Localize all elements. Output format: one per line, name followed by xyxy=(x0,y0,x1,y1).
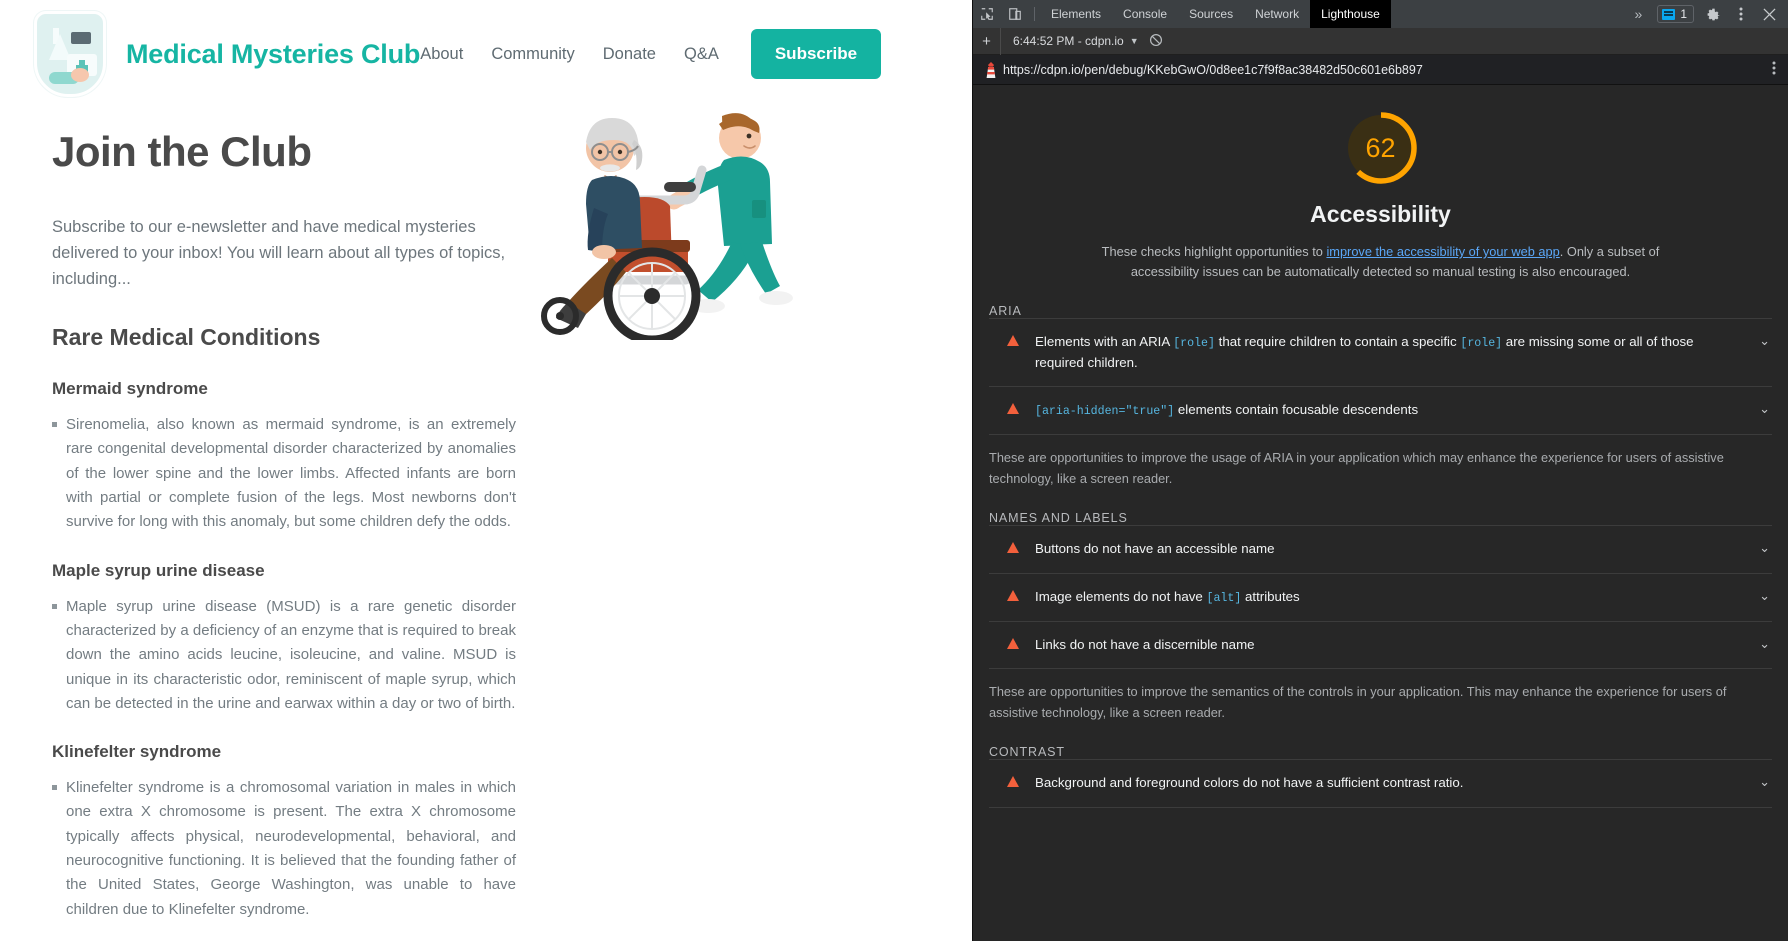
chevron-down-icon[interactable]: ▼ xyxy=(1130,36,1149,46)
audit-row[interactable]: [aria-hidden="true"] elements contain fo… xyxy=(989,386,1772,434)
audit-row[interactable]: Elements with an ARIA [role] that requir… xyxy=(989,317,1772,387)
condition-list-2: Maple syrup urine disease (MSUD) is a ra… xyxy=(52,595,938,716)
settings-gear-icon[interactable] xyxy=(1700,7,1726,22)
lighthouse-run-bar: + 6:44:52 PM - cdpn.io ▼ xyxy=(973,27,1788,55)
audit-row[interactable]: Image elements do not have [alt] attribu… xyxy=(989,572,1772,621)
devtools-panel: Elements Console Sources Network Lightho… xyxy=(972,0,1788,941)
lighthouse-report: 62 Accessibility These checks highlight … xyxy=(973,85,1788,941)
run-selector-label[interactable]: 6:44:52 PM - cdpn.io xyxy=(1001,34,1130,48)
nav-item-donate[interactable]: Donate xyxy=(603,45,656,64)
nav-item-community[interactable]: Community xyxy=(491,45,574,64)
audited-url: https://cdpn.io/pen/debug/KKebGwO/0d8ee1… xyxy=(1003,62,1423,77)
page-content: Join the Club Subscribe to our e-newslet… xyxy=(0,108,972,941)
intro-paragraph: Subscribe to our e-newsletter and have m… xyxy=(52,218,506,289)
wheelchair-illustration xyxy=(500,80,810,345)
chevron-down-icon[interactable]: ⌄ xyxy=(1759,774,1772,790)
fail-warning-icon xyxy=(1007,637,1019,649)
desc-pre: These checks highlight opportunities to xyxy=(1101,244,1327,259)
chevron-down-icon[interactable]: ⌄ xyxy=(1759,401,1772,417)
lighthouse-logo-icon xyxy=(979,61,1003,79)
new-audit-button[interactable]: + xyxy=(973,27,1001,55)
accessibility-score-gauge: 62 xyxy=(1342,109,1420,187)
audit-title: Links do not have a discernible name xyxy=(1035,636,1255,652)
audit-title: Buttons do not have an accessible name xyxy=(1035,541,1275,557)
group-note-names-and-labels: These are opportunities to improve the s… xyxy=(989,684,1727,720)
audit-title: Background and foreground colors do not … xyxy=(1035,775,1464,791)
audit-row[interactable]: Buttons do not have an accessible name ⌄ xyxy=(989,525,1772,573)
group-title-names-and-labels: NAMES AND LABELS xyxy=(989,511,1128,526)
audit-row[interactable]: Links do not have a discernible name ⌄ xyxy=(989,620,1772,669)
nav-subscribe-button[interactable]: Subscribe xyxy=(750,29,882,79)
condition-title-1: Mermaid syndrome xyxy=(52,379,208,399)
list-item: Sirenomelia, also known as mermaid syndr… xyxy=(52,413,516,534)
condition-list-1: Sirenomelia, also known as mermaid syndr… xyxy=(52,413,938,534)
report-menu-icon[interactable] xyxy=(1766,61,1782,78)
audit-block-contrast: Background and foreground colors do not … xyxy=(989,759,1772,808)
lighthouse-url-bar: https://cdpn.io/pen/debug/KKebGwO/0d8ee1… xyxy=(973,55,1788,85)
clear-all-icon[interactable] xyxy=(1149,33,1163,50)
group-title-contrast: CONTRAST xyxy=(989,745,1065,760)
audit-title: Elements with an ARIA [role] that requir… xyxy=(1035,333,1694,370)
tab-elements[interactable]: Elements xyxy=(1040,0,1112,28)
main-nav: About Community Donate Q&A Subscribe xyxy=(420,29,882,79)
tab-sources[interactable]: Sources xyxy=(1178,0,1244,28)
screen: Medical Mysteries Club About Community D… xyxy=(0,0,1788,941)
fail-warning-icon xyxy=(1007,542,1019,554)
chevron-down-icon[interactable]: ⌄ xyxy=(1759,636,1772,652)
tab-network[interactable]: Network xyxy=(1244,0,1310,28)
issues-count: 1 xyxy=(1680,7,1687,21)
condition-list-3: Klinefelter syndrome is a chromosomal va… xyxy=(52,776,938,922)
devtools-menu-icon[interactable] xyxy=(1728,7,1754,21)
audit-block-aria: Elements with an ARIA [role] that requir… xyxy=(989,317,1772,436)
nav-item-about[interactable]: About xyxy=(420,45,463,64)
fail-warning-icon xyxy=(1007,589,1019,601)
site-header: Medical Mysteries Club About Community D… xyxy=(0,0,972,108)
list-item: Klinefelter syndrome is a chromosomal va… xyxy=(52,776,516,922)
fail-warning-icon xyxy=(1007,776,1019,788)
issues-icon xyxy=(1662,8,1676,20)
category-title: Accessibility xyxy=(1310,201,1451,227)
group-note-aria: These are opportunities to improve the u… xyxy=(989,450,1724,486)
device-toolbar-icon[interactable] xyxy=(1001,0,1029,28)
list-item: Maple syrup urine disease (MSUD) is a ra… xyxy=(52,595,516,716)
chevron-down-icon[interactable]: ⌄ xyxy=(1759,588,1772,604)
audit-title: [aria-hidden="true"] elements contain fo… xyxy=(1035,402,1419,419)
issues-counter[interactable]: 1 xyxy=(1657,5,1694,23)
accessibility-docs-link[interactable]: improve the accessibility of your web ap… xyxy=(1326,244,1559,259)
audit-row[interactable]: Background and foreground colors do not … xyxy=(989,759,1772,807)
audit-block-names-and-labels: Buttons do not have an accessible name ⌄… xyxy=(989,525,1772,670)
website-viewport: Medical Mysteries Club About Community D… xyxy=(0,0,972,941)
tab-console[interactable]: Console xyxy=(1112,0,1178,28)
close-devtools-icon[interactable] xyxy=(1756,7,1782,21)
toolbar-divider xyxy=(1034,7,1035,21)
inspect-element-icon[interactable] xyxy=(973,0,1001,28)
chevron-down-icon[interactable]: ⌄ xyxy=(1759,333,1772,349)
score-value: 62 xyxy=(1365,132,1396,163)
score-gauge-section: 62 Accessibility These checks highlight … xyxy=(989,85,1772,282)
fail-warning-icon xyxy=(1007,403,1019,415)
nav-item-qa[interactable]: Q&A xyxy=(684,45,719,64)
chevron-down-icon[interactable]: ⌄ xyxy=(1759,540,1772,556)
condition-title-2: Maple syrup urine disease xyxy=(52,560,265,580)
audit-title: Image elements do not have [alt] attribu… xyxy=(1035,588,1300,605)
devtools-tabbar: Elements Console Sources Network Lightho… xyxy=(973,0,1788,28)
category-description: These checks highlight opportunities to … xyxy=(1101,242,1661,282)
brand-title[interactable]: Medical Mysteries Club xyxy=(126,39,420,70)
medical-shield-logo-icon[interactable] xyxy=(34,11,106,97)
condition-title-3: Klinefelter syndrome xyxy=(52,742,222,762)
fail-warning-icon xyxy=(1007,334,1019,346)
tab-lighthouse[interactable]: Lighthouse xyxy=(1310,0,1391,28)
more-tabs-icon[interactable]: » xyxy=(1626,6,1652,22)
group-title-aria: ARIA xyxy=(989,303,1022,318)
